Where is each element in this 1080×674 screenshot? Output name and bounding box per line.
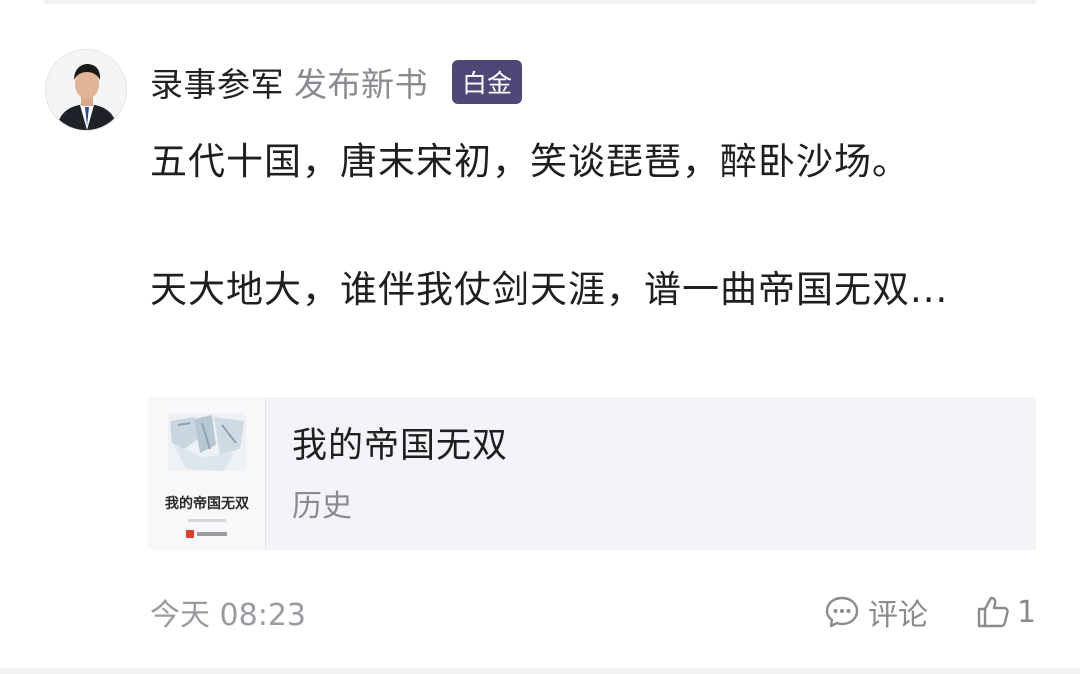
book-info: 我的帝国无双 历史 bbox=[266, 397, 508, 550]
comment-button[interactable]: 评论 bbox=[824, 590, 928, 634]
like-count: 1 bbox=[1017, 594, 1037, 630]
post-text-line: 天大地大，谁伴我仗剑天涯，谱一曲帝国无双... bbox=[150, 268, 949, 311]
author-name[interactable]: 录事参军 bbox=[150, 58, 284, 106]
book-card[interactable]: 我的帝国无双 我的帝国无双 历史 bbox=[148, 397, 1036, 550]
book-title: 我的帝国无双 bbox=[292, 426, 509, 466]
top-divider bbox=[44, 0, 1036, 4]
comment-bubble-icon bbox=[824, 594, 860, 630]
thumbs-up-icon bbox=[975, 594, 1011, 630]
like-button[interactable]: 1 bbox=[975, 590, 1036, 634]
cover-art-icon bbox=[168, 413, 246, 471]
post-action: 发布新书 bbox=[294, 65, 428, 104]
post-text-line: 五代十国，唐末宋初，笑谈琵琶，醉卧沙场。 bbox=[150, 140, 910, 183]
cover-publisher-logo bbox=[186, 529, 230, 538]
book-cover: 我的帝国无双 bbox=[148, 397, 266, 550]
cover-author bbox=[188, 519, 226, 522]
book-genre: 历史 bbox=[292, 489, 352, 524]
bottom-divider bbox=[0, 668, 1080, 674]
comment-label: 评论 bbox=[868, 598, 928, 633]
author-avatar[interactable] bbox=[45, 49, 127, 131]
post-page: 录事参军 发布新书 白金 五代十国，唐末宋初，笑谈琵琶，醉卧沙场。 天大地大，谁… bbox=[0, 0, 1080, 674]
platinum-badge: 白金 bbox=[452, 60, 523, 104]
cover-title: 我的帝国无双 bbox=[165, 496, 249, 512]
post-header: 录事参军 发布新书 白金 bbox=[150, 56, 523, 108]
post-timestamp: 今天 08:23 bbox=[150, 598, 306, 633]
post-body: 五代十国，唐末宋初，笑谈琵琶，醉卧沙场。 天大地大，谁伴我仗剑天涯，谱一曲帝国无… bbox=[150, 130, 1030, 322]
